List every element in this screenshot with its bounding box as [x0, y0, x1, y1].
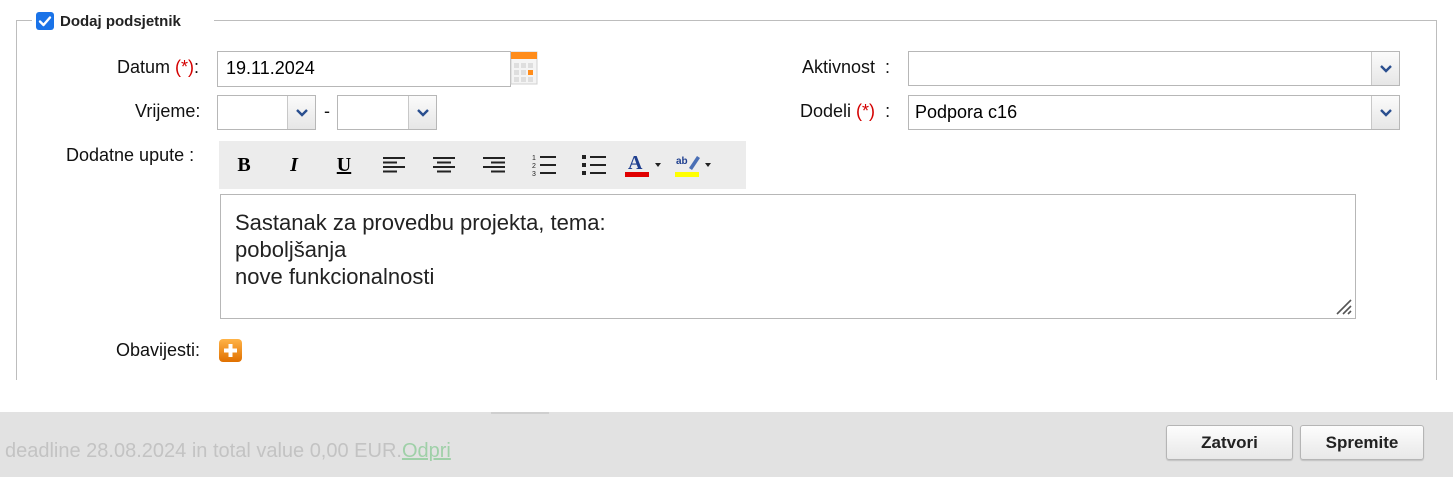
- resize-handle-icon[interactable]: [1334, 297, 1352, 315]
- unordered-list-button[interactable]: [569, 141, 619, 189]
- add-notification-icon[interactable]: [219, 339, 242, 362]
- align-right-icon: [483, 157, 505, 173]
- deadline-text: deadline 28.08.2024 in total value 0,00 …: [5, 440, 402, 462]
- chevron-down-icon: [1371, 52, 1399, 85]
- time-from-select[interactable]: [217, 95, 316, 130]
- unordered-list-icon: [582, 155, 606, 175]
- time-to-select[interactable]: [337, 95, 437, 130]
- open-link[interactable]: Odpri: [402, 440, 451, 462]
- bold-icon: B: [237, 153, 251, 176]
- svg-text:ab: ab: [676, 156, 688, 167]
- editor-toolbar: B I U 123 A ab: [219, 141, 746, 189]
- align-left-icon: [383, 157, 405, 173]
- activity-label: Aktivnost :: [802, 57, 890, 78]
- date-required-mark: (*): [175, 57, 195, 77]
- date-label-text: Datum: [117, 57, 171, 77]
- assign-label-text: Dodeli: [800, 101, 852, 121]
- date-input[interactable]: 19.11.2024: [217, 51, 511, 87]
- bold-button[interactable]: B: [219, 141, 269, 189]
- ordered-list-button[interactable]: 123: [519, 141, 569, 189]
- chevron-down-icon: [1371, 96, 1399, 129]
- assign-required-mark: (*): [856, 101, 876, 121]
- editor-line: Sastanak za provedbu projekta, tema:: [235, 210, 606, 235]
- reminder-legend: Dodaj podsjetnik: [36, 10, 185, 32]
- date-label: Datum (*):: [117, 57, 199, 78]
- add-reminder-checkbox[interactable]: [36, 12, 54, 30]
- fieldset-border: [16, 20, 32, 21]
- assign-label-suffix: :: [885, 101, 891, 121]
- chevron-down-icon: [287, 96, 315, 129]
- notifications-label: Obavijesti:: [116, 340, 201, 360]
- footer-divider: [491, 412, 549, 414]
- activity-select[interactable]: [908, 51, 1400, 86]
- assign-value: Podpora c16: [915, 102, 1018, 122]
- editor-line: poboljšanja: [235, 237, 347, 262]
- checkmark-icon: [38, 16, 52, 27]
- underline-icon: U: [336, 153, 352, 176]
- font-color-button[interactable]: A: [619, 141, 669, 189]
- fieldset-border: [214, 20, 1436, 21]
- footer-status-text: deadline 28.08.2024 in total value 0,00 …: [5, 440, 451, 463]
- italic-button[interactable]: I: [269, 141, 319, 189]
- save-button[interactable]: Spremite: [1300, 425, 1424, 460]
- align-center-icon: [433, 157, 455, 173]
- align-right-button[interactable]: [469, 141, 519, 189]
- instructions-label: Dodatne upute :: [66, 145, 195, 165]
- fieldset-border: [16, 20, 17, 380]
- ordered-list-icon: 123: [532, 155, 556, 176]
- reminder-panel: Dodaj podsjetnik Datum (*): 19.11.2024 V…: [0, 0, 1453, 412]
- fieldset-border: [1436, 20, 1437, 380]
- assign-select[interactable]: Podpora c16: [908, 95, 1400, 130]
- svg-text:3: 3: [532, 171, 536, 176]
- italic-icon: I: [290, 153, 298, 176]
- align-left-button[interactable]: [369, 141, 419, 189]
- time-separator: -: [324, 101, 330, 121]
- svg-text:A: A: [628, 152, 643, 174]
- instructions-editor[interactable]: Sastanak za provedbu projekta, tema: pob…: [220, 194, 1356, 319]
- close-button[interactable]: Zatvori: [1166, 425, 1293, 460]
- chevron-down-icon: [408, 96, 436, 129]
- time-label: Vrijeme:: [135, 101, 201, 121]
- add-reminder-label[interactable]: Dodaj podsjetnik: [60, 13, 181, 30]
- highlight-icon: ab: [675, 156, 711, 177]
- assign-label: Dodeli (*) :: [800, 101, 890, 122]
- underline-button[interactable]: U: [319, 141, 369, 189]
- activity-label-text: Aktivnost: [802, 57, 876, 77]
- highlight-color-button[interactable]: ab: [669, 141, 719, 189]
- date-label-suffix: :: [194, 57, 200, 77]
- calendar-icon[interactable]: [510, 51, 538, 85]
- font-color-icon: A: [625, 152, 661, 177]
- svg-text:2: 2: [532, 163, 536, 170]
- activity-label-suffix: :: [885, 57, 891, 77]
- editor-line: nove funkcionalnosti: [235, 264, 435, 289]
- align-center-button[interactable]: [419, 141, 469, 189]
- svg-text:1: 1: [532, 155, 536, 162]
